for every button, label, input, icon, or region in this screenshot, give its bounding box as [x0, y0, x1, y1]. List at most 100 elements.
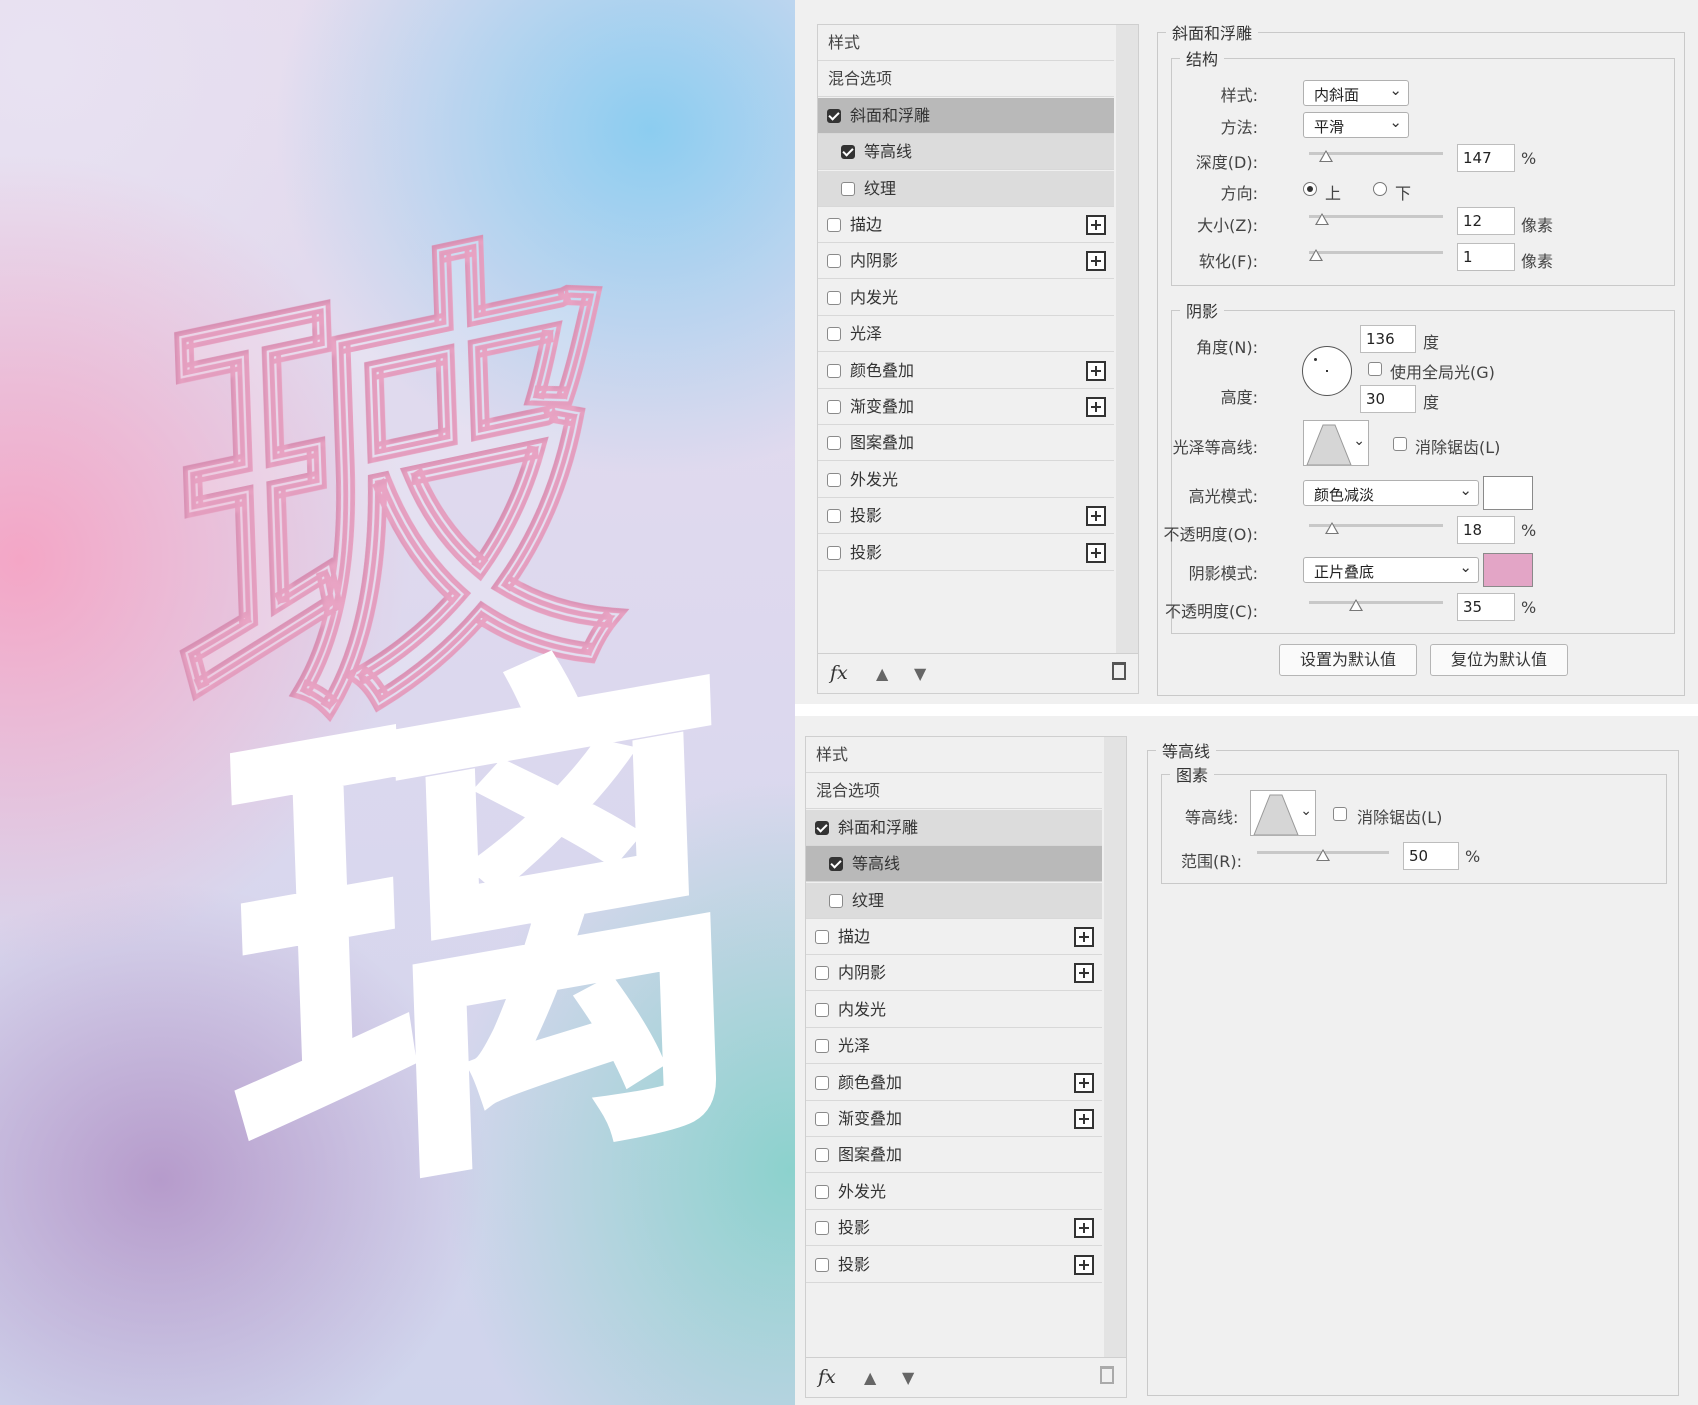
- style-item[interactable]: 图案叠加: [806, 1137, 1102, 1174]
- highlight-opacity-input[interactable]: 18: [1457, 516, 1515, 544]
- style-item[interactable]: 光泽: [818, 316, 1114, 353]
- style-item[interactable]: 等高线: [806, 846, 1102, 883]
- fx-icon[interactable]: fx: [830, 662, 848, 684]
- style-item-checkbox[interactable]: [815, 966, 829, 981]
- style-item[interactable]: 渐变叠加: [806, 1101, 1102, 1137]
- add-effect-icon[interactable]: [1074, 927, 1094, 947]
- style-item[interactable]: 描边: [806, 919, 1102, 955]
- style-item-checkbox[interactable]: [827, 436, 841, 451]
- size-slider[interactable]: [1309, 213, 1443, 225]
- contour-picker[interactable]: ⌄: [1250, 790, 1316, 836]
- styles-header[interactable]: 样式: [818, 25, 1114, 61]
- highlight-mode-select[interactable]: 颜色减淡: [1303, 480, 1479, 506]
- style-item-checkbox[interactable]: [827, 108, 841, 123]
- style-item-checkbox[interactable]: [827, 509, 841, 524]
- style-item[interactable]: 外发光: [818, 462, 1114, 498]
- size-input[interactable]: 12: [1457, 207, 1515, 235]
- contour-antialias-checkbox[interactable]: [1333, 807, 1347, 821]
- style-item[interactable]: 内发光: [818, 280, 1114, 316]
- style-item-checkbox[interactable]: [815, 1184, 829, 1199]
- gloss-contour-picker[interactable]: ⌄: [1303, 420, 1369, 466]
- style-item-checkbox[interactable]: [815, 1112, 829, 1126]
- method-select[interactable]: 平滑: [1303, 112, 1409, 138]
- add-effect-icon[interactable]: [1074, 963, 1094, 984]
- style-item[interactable]: 颜色叠加: [818, 353, 1114, 389]
- angle-input[interactable]: 136: [1360, 325, 1416, 353]
- gloss-antialias-checkbox[interactable]: [1393, 437, 1407, 451]
- depth-slider[interactable]: [1309, 150, 1443, 162]
- move-down-icon-bottom[interactable]: ▼: [902, 1368, 914, 1387]
- style-select[interactable]: 内斜面: [1303, 80, 1409, 106]
- fx-icon-bottom[interactable]: fx: [818, 1366, 836, 1388]
- chevron-down-icon-contour[interactable]: ⌄: [1300, 803, 1312, 819]
- style-item[interactable]: 内阴影: [818, 243, 1114, 280]
- style-item-checkbox[interactable]: [815, 1221, 829, 1236]
- trash-icon-bottom[interactable]: [1100, 1366, 1114, 1384]
- style-item-checkbox[interactable]: [815, 1039, 829, 1054]
- style-item[interactable]: 投影: [818, 535, 1114, 571]
- trash-icon[interactable]: [1112, 662, 1126, 680]
- range-slider-thumb[interactable]: [1316, 849, 1330, 861]
- move-up-icon-bottom[interactable]: ▲: [864, 1368, 876, 1387]
- style-item-checkbox[interactable]: [827, 290, 841, 305]
- add-effect-icon[interactable]: [1086, 215, 1106, 235]
- style-item-checkbox[interactable]: [827, 254, 841, 269]
- move-up-icon[interactable]: ▲: [876, 664, 888, 683]
- style-item[interactable]: 斜面和浮雕: [806, 809, 1102, 846]
- chevron-down-icon[interactable]: ⌄: [1353, 433, 1365, 449]
- style-item[interactable]: 投影: [806, 1247, 1102, 1283]
- style-item[interactable]: 纹理: [806, 882, 1102, 919]
- depth-input[interactable]: 147: [1457, 144, 1515, 172]
- style-item[interactable]: 图案叠加: [818, 425, 1114, 462]
- style-item-checkbox[interactable]: [827, 327, 841, 342]
- blending-options-item[interactable]: 混合选项: [806, 773, 1102, 810]
- soften-input[interactable]: 1: [1457, 243, 1515, 271]
- add-effect-icon[interactable]: [1074, 1109, 1094, 1129]
- styles-header[interactable]: 样式: [806, 737, 1102, 773]
- style-item[interactable]: 渐变叠加: [818, 389, 1114, 425]
- add-effect-icon[interactable]: [1086, 542, 1106, 563]
- depth-slider-thumb[interactable]: [1319, 150, 1333, 162]
- shadow-mode-select[interactable]: 正片叠底: [1303, 557, 1479, 583]
- style-item-checkbox[interactable]: [829, 893, 843, 908]
- style-item[interactable]: 内发光: [806, 992, 1102, 1028]
- style-item[interactable]: 光泽: [806, 1028, 1102, 1065]
- highlight-opacity-thumb[interactable]: [1325, 522, 1339, 534]
- altitude-input[interactable]: 30: [1360, 385, 1416, 413]
- style-item-checkbox[interactable]: [841, 145, 855, 160]
- soften-slider-thumb[interactable]: [1309, 249, 1323, 261]
- style-item-checkbox[interactable]: [841, 181, 855, 196]
- style-item-checkbox[interactable]: [827, 545, 841, 560]
- style-item[interactable]: 等高线: [818, 134, 1114, 171]
- styles-list-scrollbar-bottom[interactable]: [1104, 737, 1126, 1397]
- add-effect-icon[interactable]: [1074, 1072, 1094, 1093]
- shadow-color-swatch[interactable]: [1483, 553, 1533, 587]
- style-item-checkbox[interactable]: [815, 1002, 829, 1017]
- style-item-checkbox[interactable]: [829, 857, 843, 872]
- add-effect-icon[interactable]: [1086, 397, 1106, 417]
- blending-options-item[interactable]: 混合选项: [818, 61, 1114, 98]
- direction-up-radio[interactable]: [1303, 182, 1317, 196]
- add-effect-icon[interactable]: [1074, 1254, 1094, 1275]
- range-slider[interactable]: [1257, 849, 1389, 861]
- direction-down-radio[interactable]: [1373, 182, 1387, 196]
- style-item-checkbox[interactable]: [815, 1257, 829, 1272]
- add-effect-icon[interactable]: [1086, 506, 1106, 527]
- style-item-checkbox[interactable]: [815, 1075, 829, 1090]
- range-input[interactable]: 50: [1403, 842, 1459, 870]
- highlight-opacity-slider[interactable]: [1309, 522, 1443, 534]
- shadow-opacity-thumb[interactable]: [1349, 599, 1363, 611]
- style-item-checkbox[interactable]: [827, 400, 841, 414]
- highlight-color-swatch[interactable]: [1483, 476, 1533, 510]
- global-light-checkbox[interactable]: [1368, 362, 1382, 376]
- style-item[interactable]: 投影: [806, 1210, 1102, 1247]
- add-effect-icon[interactable]: [1074, 1218, 1094, 1239]
- style-item-checkbox[interactable]: [827, 363, 841, 378]
- style-item-checkbox[interactable]: [815, 1148, 829, 1163]
- style-item[interactable]: 外发光: [806, 1174, 1102, 1210]
- angle-dial[interactable]: [1302, 346, 1352, 396]
- style-item[interactable]: 纹理: [818, 170, 1114, 207]
- add-effect-icon[interactable]: [1086, 251, 1106, 272]
- style-item-checkbox[interactable]: [815, 820, 829, 835]
- style-item-checkbox[interactable]: [815, 930, 829, 944]
